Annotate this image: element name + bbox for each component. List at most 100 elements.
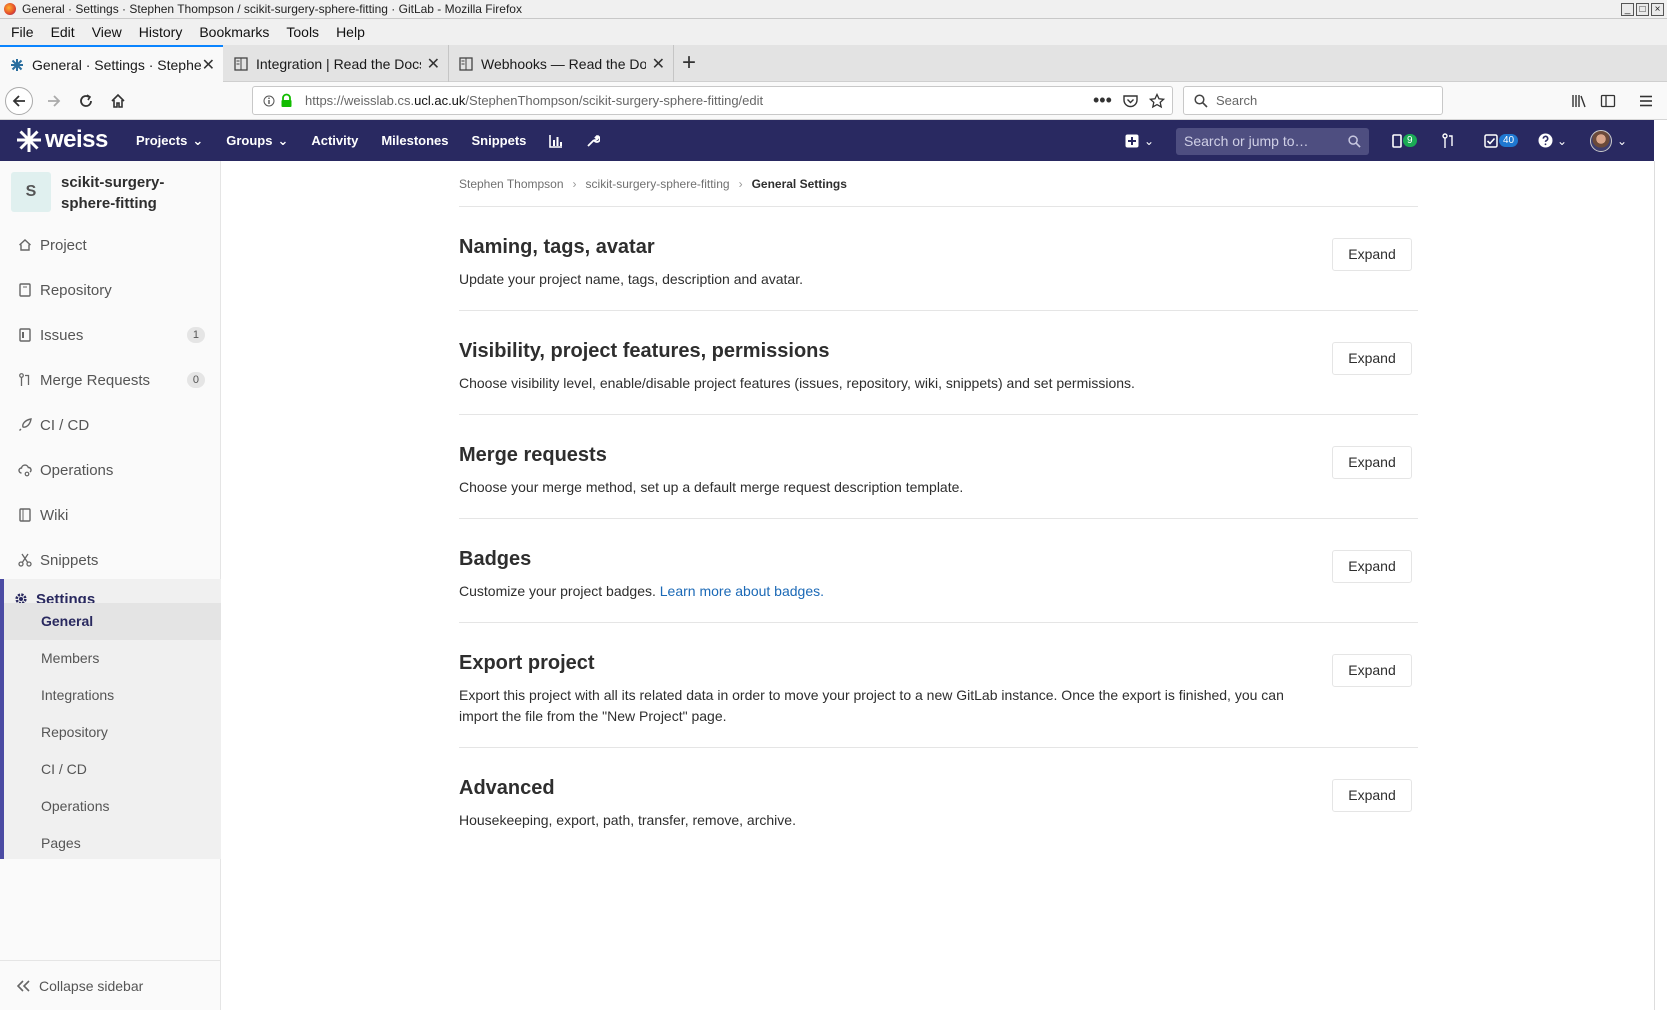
- nav-projects[interactable]: Projects ⌄: [136, 133, 203, 149]
- help-dropdown[interactable]: ⌄: [1538, 120, 1567, 161]
- issues-icon: [1392, 133, 1402, 148]
- sidebar-toggle-icon[interactable]: [1594, 87, 1622, 115]
- chevron-down-icon: ⌄: [1617, 133, 1628, 148]
- close-tab-icon[interactable]: ✕: [427, 54, 440, 74]
- cloud-gear-icon: [18, 463, 32, 477]
- nav-groups[interactable]: Groups ⌄: [226, 133, 288, 149]
- menu-view[interactable]: View: [86, 24, 133, 40]
- sidebar-item-operations[interactable]: Operations: [0, 450, 221, 490]
- minimize-button[interactable]: _: [1621, 3, 1634, 16]
- tab-webhooks[interactable]: Webhooks — Read the Docs ✕: [449, 45, 674, 82]
- expand-button[interactable]: Expand: [1332, 654, 1412, 687]
- rocket-icon: [18, 418, 32, 432]
- settings-sub-integrations[interactable]: Integrations: [4, 677, 221, 714]
- section-title: Naming, tags, avatar: [459, 236, 655, 258]
- home-button[interactable]: [104, 87, 132, 115]
- breadcrumb: Stephen Thompson › scikit-surgery-sphere…: [459, 177, 847, 191]
- reload-button[interactable]: [72, 87, 100, 115]
- menu-file[interactable]: File: [5, 24, 45, 40]
- url-bar[interactable]: https://weisslab.cs.ucl.ac.uk/StephenTho…: [252, 86, 1173, 115]
- maximize-button[interactable]: □: [1636, 3, 1649, 16]
- close-tab-icon[interactable]: ✕: [652, 54, 665, 74]
- pocket-icon[interactable]: [1123, 94, 1138, 108]
- menu-help[interactable]: Help: [330, 24, 376, 40]
- chevron-down-icon: ⌄: [1557, 133, 1568, 148]
- breadcrumb-user[interactable]: Stephen Thompson: [459, 177, 564, 191]
- expand-button[interactable]: Expand: [1332, 342, 1412, 375]
- merge-requests-shortcut[interactable]: [1442, 120, 1456, 161]
- book-icon: [18, 283, 32, 297]
- docs-tab-icon: [459, 56, 473, 71]
- close-tab-icon[interactable]: ✕: [202, 55, 215, 75]
- bookmark-star-icon[interactable]: [1149, 93, 1165, 109]
- expand-button[interactable]: Expand: [1332, 238, 1412, 271]
- settings-sub-repository[interactable]: Repository: [4, 714, 221, 751]
- hamburger-menu-icon[interactable]: [1632, 87, 1660, 115]
- menu-tools[interactable]: Tools: [280, 24, 330, 40]
- sidebar-item-issues[interactable]: Issues 1: [0, 315, 221, 355]
- gitlab-search-input[interactable]: Search or jump to…: [1176, 128, 1369, 155]
- lock-icon[interactable]: [280, 93, 293, 108]
- search-placeholder: Search: [1216, 93, 1258, 108]
- section-title: Visibility, project features, permission…: [459, 340, 830, 362]
- menu-edit[interactable]: Edit: [45, 24, 86, 40]
- sidebar-item-project[interactable]: Project: [0, 225, 221, 265]
- merge-request-icon: [18, 373, 32, 387]
- chevron-down-icon: ⌄: [277, 132, 289, 148]
- settings-sub-pages[interactable]: Pages: [4, 825, 221, 862]
- tab-general-settings[interactable]: General · Settings · Stephen Th ✕: [0, 45, 223, 83]
- sidebar-item-merge-requests[interactable]: Merge Requests 0: [0, 360, 221, 400]
- window-titlebar: General · Settings · Stephen Thompson / …: [0, 0, 1667, 19]
- library-icon[interactable]: [1565, 87, 1593, 115]
- firefox-icon: [4, 3, 16, 15]
- gitlab-logo[interactable]: weiss: [16, 126, 108, 154]
- chart-icon[interactable]: [549, 134, 563, 148]
- window-title: General · Settings · Stephen Thompson / …: [22, 2, 522, 16]
- tab-integration[interactable]: Integration | Read the Docs ✕: [224, 45, 449, 82]
- learn-more-badges-link[interactable]: Learn more about badges.: [660, 583, 824, 599]
- new-item-dropdown[interactable]: ⌄: [1125, 120, 1154, 161]
- menu-history[interactable]: History: [133, 24, 194, 40]
- expand-button[interactable]: Expand: [1332, 446, 1412, 479]
- menu-bookmarks[interactable]: Bookmarks: [193, 24, 280, 40]
- settings-sub-operations[interactable]: Operations: [4, 788, 221, 825]
- section-badges: Badges Customize your project badges. Le…: [459, 519, 1418, 623]
- sidebar-item-wiki[interactable]: Wiki: [0, 495, 221, 535]
- help-icon: [1538, 133, 1553, 148]
- sidebar-project-header[interactable]: S scikit-surgery-sphere-fitting: [11, 172, 171, 214]
- collapse-sidebar-button[interactable]: Collapse sidebar: [0, 960, 221, 1010]
- forward-button[interactable]: [40, 87, 68, 115]
- close-window-button[interactable]: ×: [1651, 3, 1664, 16]
- issues-count-badge: 9: [1403, 134, 1417, 147]
- search-icon: [1194, 94, 1208, 108]
- settings-sub-ci-cd[interactable]: CI / CD: [4, 751, 221, 788]
- breadcrumb-current[interactable]: General Settings: [752, 177, 847, 191]
- wrench-icon[interactable]: [586, 134, 601, 148]
- todos-shortcut[interactable]: 40: [1484, 120, 1519, 161]
- tab-label: Integration | Read the Docs: [256, 55, 421, 72]
- back-button[interactable]: [5, 87, 33, 115]
- sidebar-item-ci-cd[interactable]: CI / CD: [0, 405, 221, 445]
- breadcrumb-project[interactable]: scikit-surgery-sphere-fitting: [586, 177, 730, 191]
- info-icon[interactable]: [263, 95, 275, 107]
- nav-snippets[interactable]: Snippets: [472, 133, 527, 148]
- user-menu[interactable]: ⌄: [1590, 120, 1627, 161]
- expand-button[interactable]: Expand: [1332, 779, 1412, 812]
- sidebar-item-repository[interactable]: Repository: [0, 270, 221, 310]
- issues-shortcut[interactable]: 9: [1392, 120, 1417, 161]
- menu-bar: File Edit View History Bookmarks Tools H…: [0, 19, 1667, 45]
- sidebar-item-snippets[interactable]: Snippets: [0, 540, 221, 580]
- settings-sub-general[interactable]: General: [4, 603, 221, 640]
- new-tab-button[interactable]: +: [682, 49, 696, 77]
- tab-label: General · Settings · Stephen Th: [32, 57, 202, 73]
- nav-milestones[interactable]: Milestones: [381, 133, 448, 148]
- browser-search-input[interactable]: Search: [1183, 86, 1443, 115]
- section-description: Housekeeping, export, path, transfer, re…: [459, 812, 796, 828]
- expand-button[interactable]: Expand: [1332, 550, 1412, 583]
- tab-label: Webhooks — Read the Docs: [481, 55, 646, 72]
- project-name: scikit-surgery-sphere-fitting: [61, 174, 165, 212]
- home-icon: [18, 238, 32, 252]
- nav-activity[interactable]: Activity: [311, 133, 358, 148]
- settings-sub-members[interactable]: Members: [4, 640, 221, 677]
- page-actions-icon[interactable]: •••: [1093, 87, 1112, 114]
